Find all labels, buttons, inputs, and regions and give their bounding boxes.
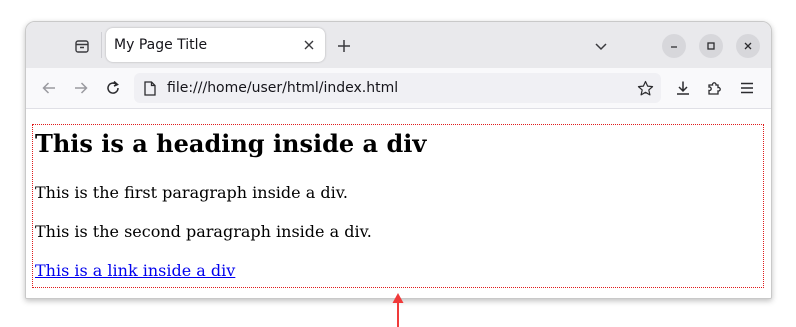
tab-overview-icon (74, 38, 90, 54)
bookmark-button[interactable] (635, 78, 655, 98)
back-arrow-icon (41, 80, 57, 96)
annotation-arrow (390, 292, 406, 327)
tab-separator (101, 32, 102, 58)
list-all-tabs-button[interactable] (590, 35, 612, 57)
address-bar[interactable]: file:///home/user/html/index.html (134, 73, 661, 103)
puzzle-icon (707, 80, 723, 96)
page-heading: This is a heading inside a div (35, 129, 427, 158)
download-icon (675, 80, 691, 96)
back-button[interactable] (36, 75, 62, 101)
new-tab-button[interactable] (333, 35, 355, 57)
reload-button[interactable] (100, 75, 126, 101)
extensions-button[interactable] (702, 75, 728, 101)
plus-icon (337, 39, 351, 53)
close-icon (303, 39, 315, 51)
close-window-button[interactable] (736, 34, 760, 58)
forward-arrow-icon (73, 80, 89, 96)
tab-active[interactable]: My Page Title (106, 28, 325, 62)
tab-bar: My Page Title (26, 22, 771, 68)
star-icon (637, 80, 654, 97)
close-icon (743, 41, 753, 51)
hamburger-menu-icon (739, 80, 755, 96)
forward-button[interactable] (68, 75, 94, 101)
minimize-button[interactable] (662, 34, 686, 58)
outlined-div: This is a heading inside a div This is t… (32, 124, 764, 288)
browser-window: My Page Title file:///home/user/html/ind… (25, 21, 772, 299)
second-paragraph: This is the second paragraph inside a di… (35, 222, 372, 241)
tab-overview-button[interactable] (68, 32, 96, 60)
maximize-icon (706, 41, 716, 51)
page-content: This is a heading inside a div This is t… (26, 109, 771, 298)
div-link[interactable]: This is a link inside a div (35, 261, 235, 280)
tab-close-button[interactable] (299, 35, 319, 55)
page-icon (142, 80, 158, 96)
tab-title: My Page Title (114, 37, 208, 53)
first-paragraph: This is the first paragraph inside a div… (35, 183, 348, 202)
reload-icon (105, 80, 121, 96)
application-menu-button[interactable] (734, 75, 760, 101)
minimize-icon (669, 41, 679, 51)
navigation-toolbar: file:///home/user/html/index.html (26, 68, 771, 109)
maximize-button[interactable] (699, 34, 723, 58)
url-text[interactable]: file:///home/user/html/index.html (167, 80, 398, 96)
chevron-down-icon (594, 39, 608, 53)
downloads-button[interactable] (670, 75, 696, 101)
